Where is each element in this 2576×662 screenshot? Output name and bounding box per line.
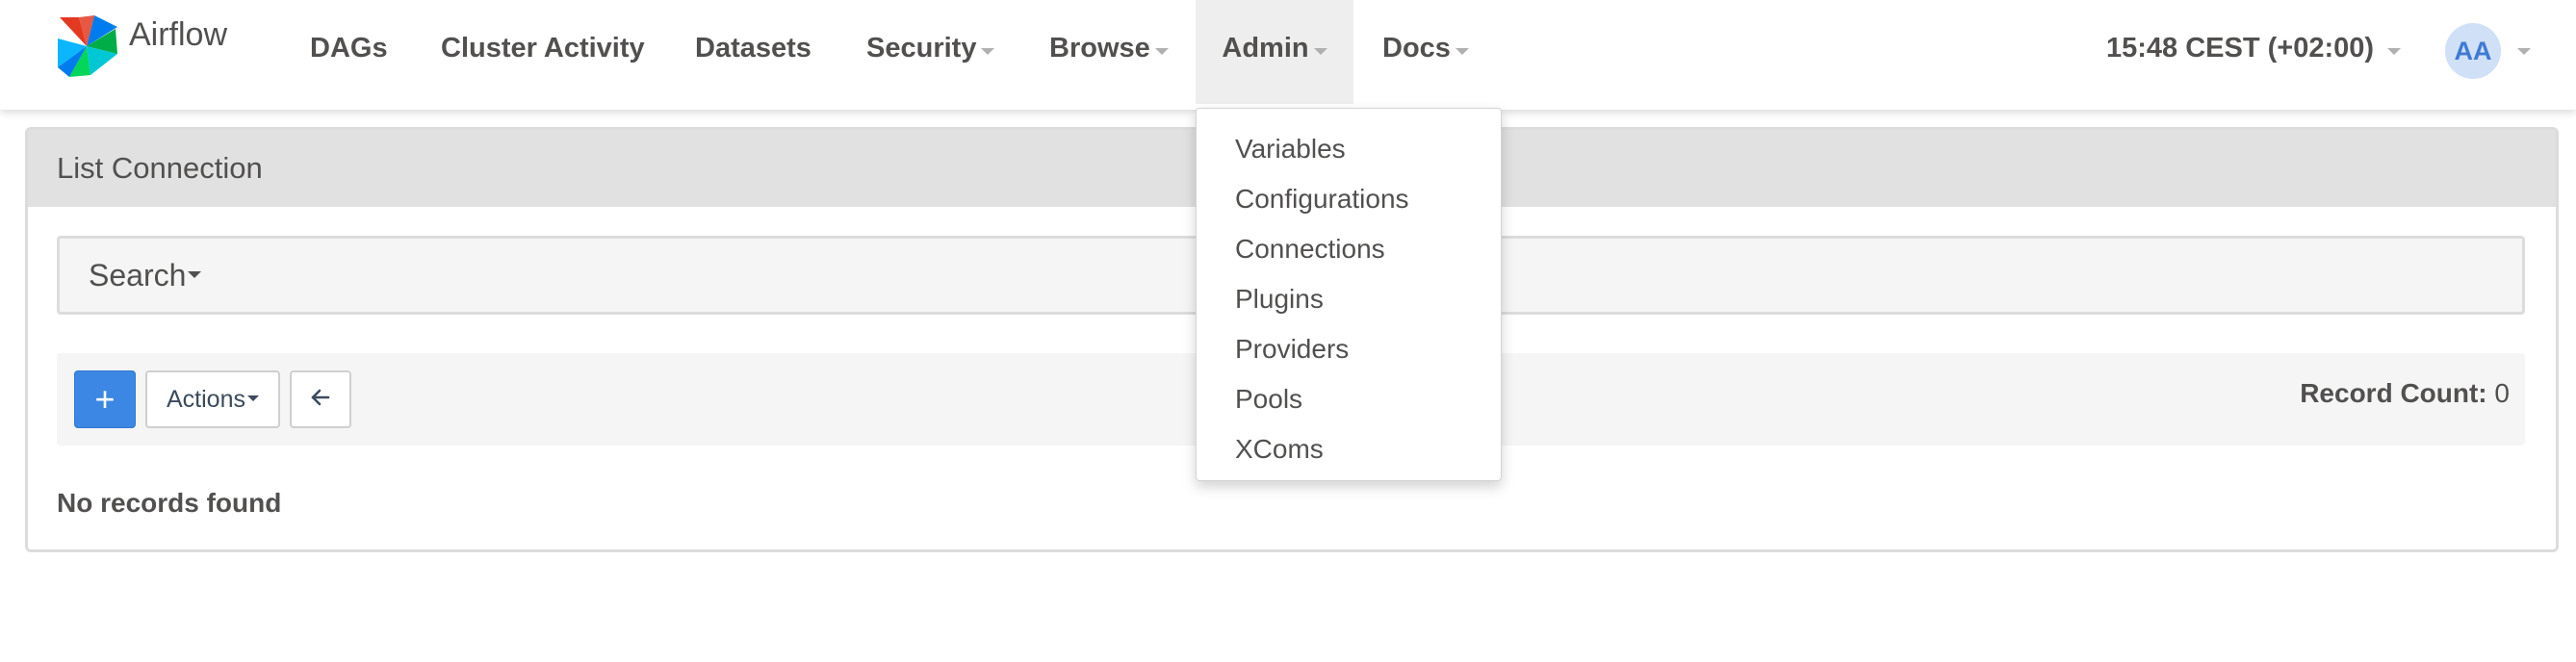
nav-cluster-activity[interactable]: Cluster Activity xyxy=(441,0,645,104)
menu-item-pools[interactable]: Pools xyxy=(1197,374,1501,424)
timezone-selector[interactable]: 15:48 CEST (+02:00) xyxy=(2106,0,2402,104)
admin-dropdown-menu: Variables Configurations Connections Plu… xyxy=(1196,108,1502,481)
menu-item-connections[interactable]: Connections xyxy=(1197,224,1501,274)
record-count-value: 0 xyxy=(2494,378,2510,408)
user-menu-chevron-icon[interactable] xyxy=(2517,48,2531,55)
menu-item-variables[interactable]: Variables xyxy=(1197,124,1501,174)
chevron-down-icon xyxy=(2387,47,2402,55)
menu-item-configurations[interactable]: Configurations xyxy=(1197,174,1501,224)
menu-item-plugins[interactable]: Plugins xyxy=(1197,274,1501,324)
menu-item-xcoms[interactable]: XComs xyxy=(1197,424,1501,474)
record-count: Record Count: 0 xyxy=(2300,378,2510,409)
back-button[interactable] xyxy=(290,370,351,428)
search-label: Search xyxy=(89,257,187,293)
nav-admin[interactable]: Admin xyxy=(1196,0,1353,104)
nav-datasets[interactable]: Datasets xyxy=(695,0,811,104)
menu-item-providers[interactable]: Providers xyxy=(1197,324,1501,374)
empty-state-message: No records found xyxy=(57,488,282,518)
chevron-down-icon xyxy=(1313,47,1327,55)
brand-name: Airflow xyxy=(129,15,228,53)
nav-dags[interactable]: DAGs xyxy=(310,0,388,104)
nav-browse[interactable]: Browse xyxy=(1049,0,1169,104)
user-avatar[interactable]: AA xyxy=(2445,23,2501,79)
airflow-pinwheel-icon xyxy=(50,10,123,88)
chevron-down-icon xyxy=(188,270,202,278)
arrow-left-icon xyxy=(310,388,331,412)
chevron-down-icon xyxy=(981,47,995,55)
top-navbar: Airflow DAGs Cluster Activity Datasets S… xyxy=(0,0,2576,110)
brand-home-link[interactable]: Airflow xyxy=(50,10,227,87)
actions-dropdown-button[interactable]: Actions xyxy=(145,370,280,428)
chevron-down-icon xyxy=(246,395,259,401)
record-count-label: Record Count: xyxy=(2300,378,2487,408)
nav-docs[interactable]: Docs xyxy=(1382,0,1469,104)
chevron-down-icon xyxy=(1154,47,1169,55)
actions-label: Actions xyxy=(167,385,245,413)
add-connection-button[interactable]: + xyxy=(74,370,136,428)
nav-security[interactable]: Security xyxy=(866,0,995,104)
chevron-down-icon xyxy=(1455,47,1469,55)
